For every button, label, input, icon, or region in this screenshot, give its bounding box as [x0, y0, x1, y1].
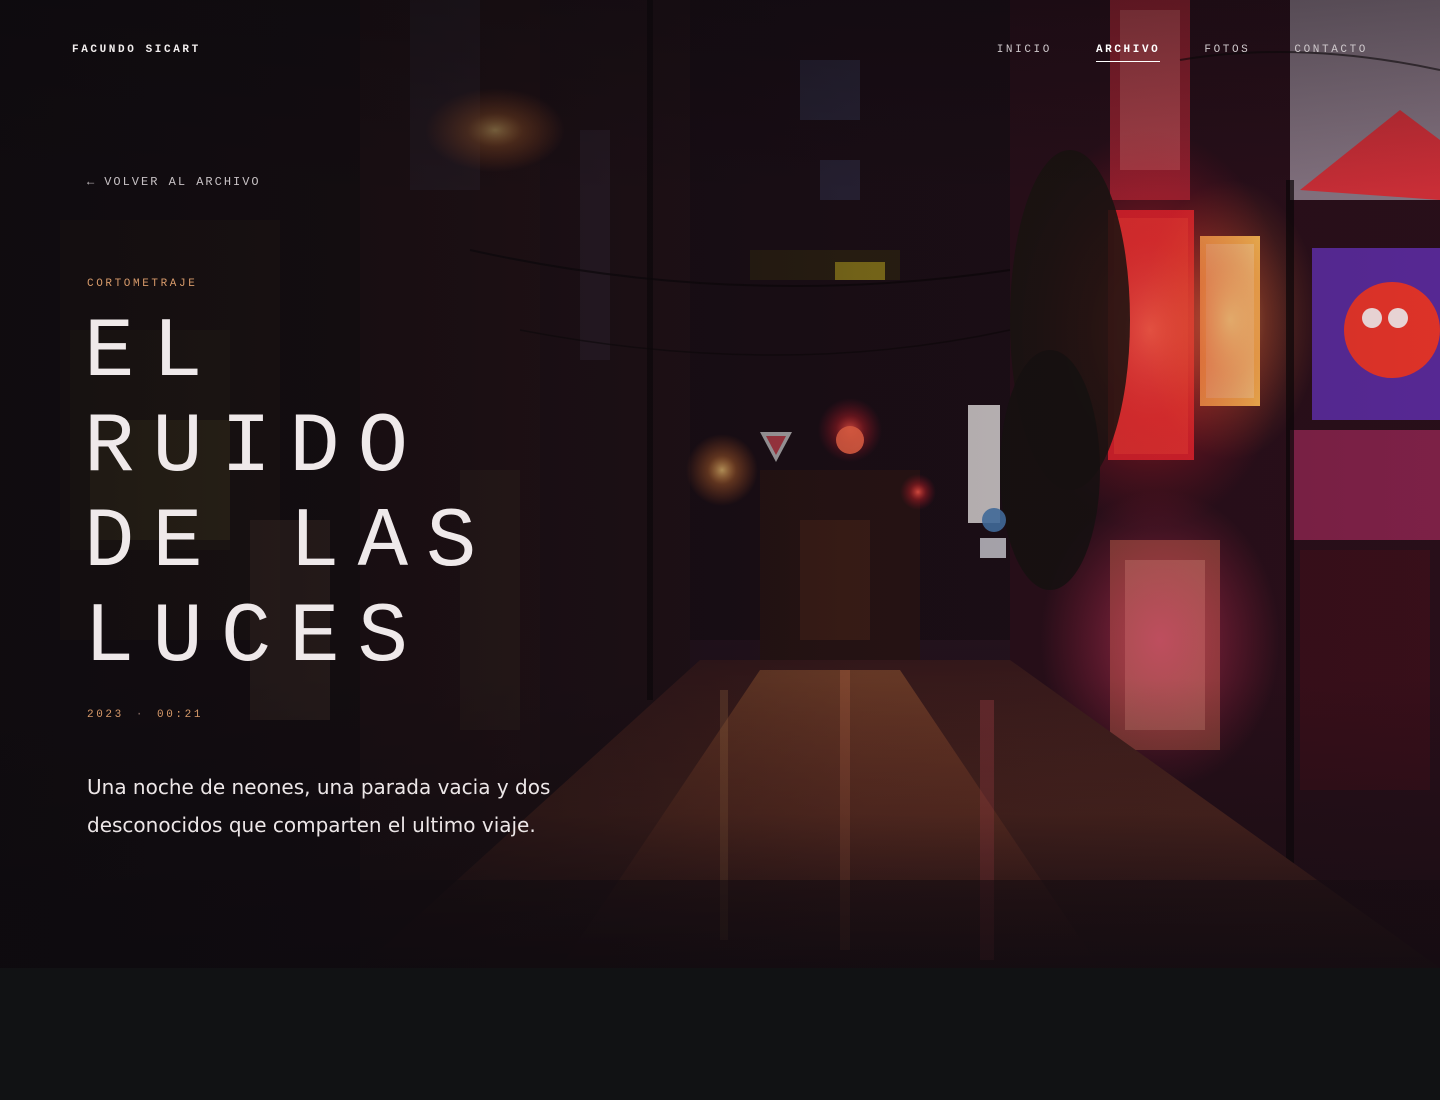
nav-item-inicio[interactable]: INICIO	[997, 44, 1052, 62]
title-line: RUIDO	[84, 401, 427, 496]
back-to-archive-link[interactable]: ← VOLVER AL ARCHIVO	[87, 175, 261, 189]
film-meta: 2023 · 00:21	[87, 709, 203, 721]
main-nav: INICIO ARCHIVO FOTOS CONTACTO	[997, 44, 1368, 62]
film-year: 2023	[87, 709, 124, 721]
nav-item-archivo[interactable]: ARCHIVO	[1095, 44, 1161, 62]
title-line: EL	[84, 306, 221, 401]
category-label: CORTOMETRAJE	[87, 278, 198, 290]
meta-separator: ·	[135, 709, 146, 721]
film-synopsis: Una noche de neones, una parada vacia y …	[87, 775, 551, 837]
page-bottom-band	[0, 968, 1440, 1100]
title-line: DE LAS	[84, 496, 495, 591]
nav-item-contacto[interactable]: CONTACTO	[1294, 44, 1368, 62]
site-brand-link[interactable]: FACUNDO SICART	[72, 44, 201, 56]
film-duration: 00:21	[157, 709, 204, 721]
page-title: EL RUIDO DE LAS LUCES	[84, 306, 644, 686]
title-line: LUCES	[84, 591, 427, 686]
back-link-label: VOLVER AL ARCHIVO	[104, 175, 261, 189]
arrow-left-icon: ←	[87, 175, 97, 189]
nav-item-fotos[interactable]: FOTOS	[1204, 44, 1250, 62]
